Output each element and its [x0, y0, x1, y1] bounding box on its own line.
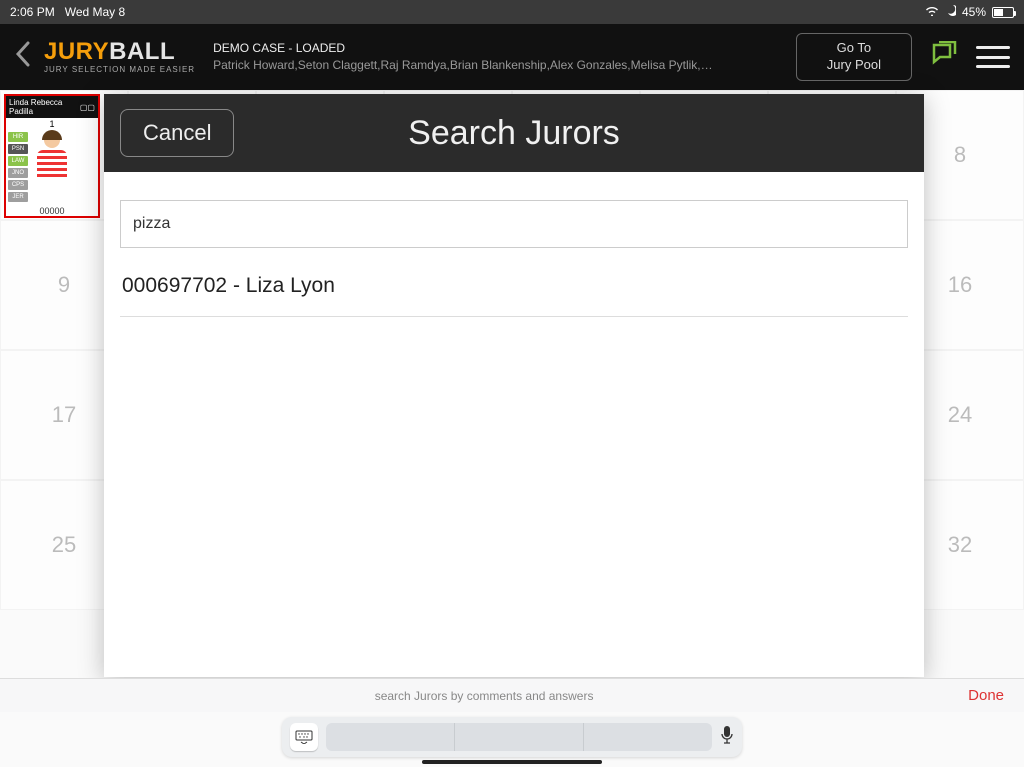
search-jurors-modal: Cancel Search Jurors 000697702 - Liza Ly… [104, 94, 924, 677]
moon-icon [945, 5, 956, 19]
cancel-button[interactable]: Cancel [120, 109, 234, 157]
case-people: Patrick Howard,Seton Claggett,Raj Ramdya… [213, 57, 713, 74]
ipad-status-bar: 2:06 PM Wed May 8 45% [0, 0, 1024, 24]
juror-seat: 1 [6, 118, 98, 130]
battery-percent: 45% [962, 5, 986, 19]
wifi-icon [925, 5, 939, 19]
juror-tag: PSN [8, 144, 28, 154]
juror-tag: HIR [8, 132, 28, 142]
juror-card-icons: ▢▢ [80, 103, 95, 112]
search-hint: search Jurors by comments and answers [0, 689, 968, 703]
keyboard-candidate-bar[interactable] [326, 723, 712, 751]
juror-tag: JNO [8, 168, 28, 178]
juror-card[interactable]: Linda Rebecca Padilla ▢▢ 1 HIR PSN LAW JNO C… [4, 94, 100, 218]
juror-tag: LAW [8, 156, 28, 166]
home-indicator[interactable] [422, 760, 602, 764]
juror-name: Linda Rebecca Padilla [9, 98, 80, 116]
app-logo: JURYBALL JURY SELECTION MADE EASIER [44, 40, 195, 74]
juror-search-input[interactable] [120, 200, 908, 248]
status-date: Wed May 8 [65, 5, 125, 19]
back-button[interactable] [14, 41, 30, 74]
keyboard-accessory-bar: search Jurors by comments and answers Do… [0, 678, 1024, 712]
floating-keyboard[interactable] [282, 717, 742, 757]
juror-avatar-icon [34, 132, 70, 182]
battery-icon [992, 7, 1014, 18]
keyboard-toggle-icon[interactable] [290, 723, 318, 751]
microphone-icon[interactable] [720, 725, 734, 750]
juror-tags: HIR PSN LAW JNO CPS JER [8, 132, 28, 202]
goto-jury-pool-button[interactable]: Go To Jury Pool [796, 33, 912, 81]
juror-tag: JER [8, 192, 28, 202]
menu-button[interactable] [976, 46, 1010, 68]
search-result-row[interactable]: 000697702 - Liza Lyon [120, 256, 908, 317]
app-header: JURYBALL JURY SELECTION MADE EASIER DEMO… [0, 24, 1024, 90]
case-info: DEMO CASE - LOADED Patrick Howard,Seton … [213, 40, 713, 74]
juror-id: 00000 [6, 206, 98, 216]
status-time: 2:06 PM [10, 5, 55, 19]
juror-tag: CPS [8, 180, 28, 190]
case-title: DEMO CASE - LOADED [213, 40, 713, 57]
chat-icon[interactable] [930, 41, 958, 74]
keyboard-done-button[interactable]: Done [968, 687, 1004, 704]
